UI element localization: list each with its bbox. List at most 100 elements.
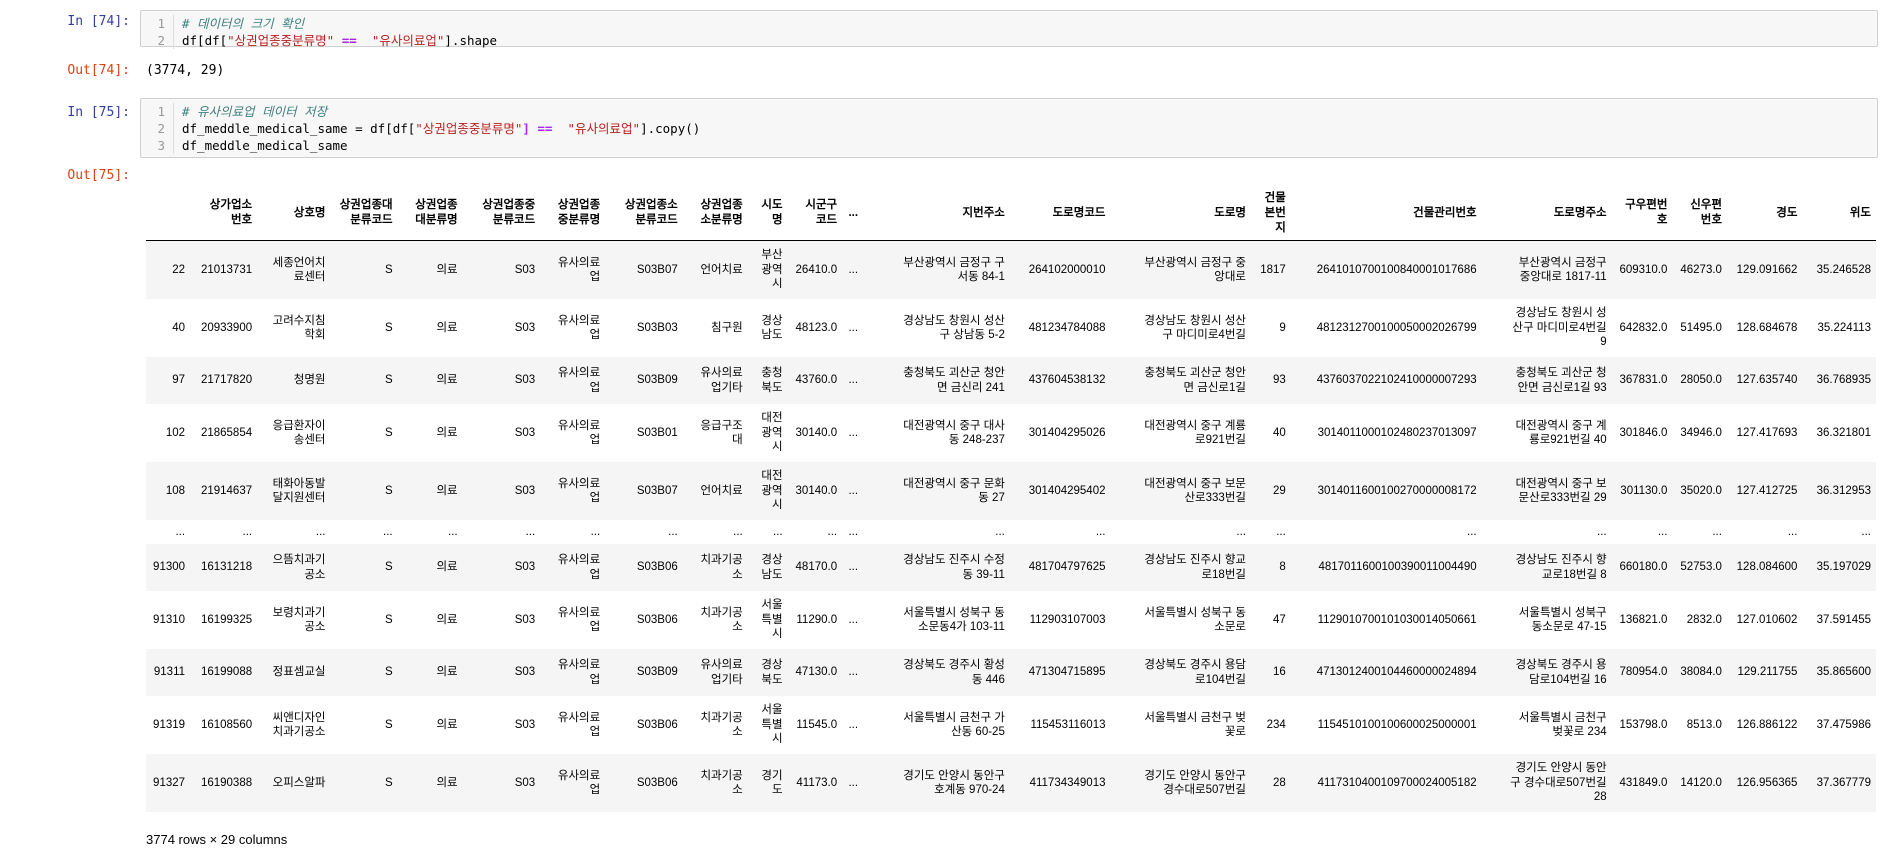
table-cell: S bbox=[384, 776, 393, 789]
table-cell: 경상남도 진주시 수정 동 39-11 bbox=[903, 554, 1005, 581]
table-cell: ... bbox=[848, 484, 859, 497]
table-cell: 8 bbox=[1279, 561, 1286, 574]
code-comment: # 데이터의 크기 확인 bbox=[182, 16, 305, 31]
table-cell: 21914637 bbox=[200, 484, 253, 497]
table-cell: 3014011000102480237013097 bbox=[1317, 426, 1477, 439]
row-index: 97 bbox=[172, 374, 186, 387]
table-row: 22 21013731 세종언어치 료센터 S 의료 S03 유사의료 업 S03B07 언어치료 부… bbox=[146, 240, 1876, 299]
table-row: 91327 16190388 오피스알파 S 의료 S03 유사의료 업 S03B06 치과기공 소… bbox=[146, 754, 1876, 812]
table-cell: S03 bbox=[514, 613, 536, 626]
table-cell: S bbox=[384, 666, 393, 679]
table-cell: 4117310400109700024005182 bbox=[1317, 776, 1477, 789]
index-header bbox=[146, 186, 191, 241]
table-cell: S03B07 bbox=[636, 484, 678, 497]
table-cell: S03 bbox=[514, 718, 536, 731]
table-cell: 47130.0 bbox=[795, 666, 838, 679]
table-cell: 28050.0 bbox=[1680, 374, 1722, 387]
table-cell: 대전광역시 중구 계 룡로921번길 40 bbox=[1515, 419, 1607, 447]
code-cell-75[interactable]: 1 # 유사의료업 데이터 저장 2 df_meddle_medical_sam… bbox=[140, 98, 1878, 158]
table-cell: 4817011600100390011004490 bbox=[1318, 561, 1477, 574]
table-row: 91300 16131218 으뜸치과기 공소 S 의료 S03 유사의료 업 S03B06 치과기… bbox=[146, 544, 1876, 591]
table-cell: ... bbox=[747, 520, 788, 544]
table-cell: 37.367779 bbox=[1816, 776, 1871, 789]
code-string: "상권업종중분류명" bbox=[227, 33, 335, 48]
table-cell: 유사의료 업 bbox=[557, 711, 601, 739]
table-cell: 의료 bbox=[436, 718, 458, 731]
table-cell: S03 bbox=[514, 263, 536, 276]
table-row: 102 21865854 응급환자이 송센터 S 의료 S03 유사의료 업 S03B01 응급구조… bbox=[146, 404, 1876, 462]
table-cell: 35.224113 bbox=[1817, 321, 1871, 334]
table-cell: 127.635740 bbox=[1736, 374, 1798, 387]
ellipsis-row: ........................................… bbox=[146, 520, 1876, 544]
table-cell: 3014011600100270000008172 bbox=[1317, 484, 1477, 497]
code-text: df_meddle_medical_same bbox=[182, 138, 348, 153]
table-cell: 115453116013 bbox=[1030, 718, 1106, 731]
table-cell: ... bbox=[1672, 520, 1727, 544]
table-cell: S03 bbox=[514, 561, 536, 574]
table-cell: 경기도 안양시 동안 구 경수대로507번길 28 bbox=[1510, 762, 1607, 804]
code-text: ].shape bbox=[444, 33, 498, 48]
table-cell: 유사의료 업 bbox=[557, 419, 601, 447]
row-index: 91300 bbox=[153, 561, 186, 574]
table-cell: ... bbox=[190, 520, 258, 544]
code-comment: # 유사의료업 데이터 저장 bbox=[182, 104, 328, 119]
table-header-row: 상가업소 번호 상호명 상권업종대 분류코드 상권업종 대분류명 상권업종중 분류코드 상권업종 중… bbox=[146, 186, 1876, 241]
table-cell: 대전광역시 중구 보 문산로333번길 29 bbox=[1515, 477, 1607, 505]
table-cell: 47 bbox=[1273, 613, 1286, 626]
table-cell: 11290.0 bbox=[796, 613, 838, 626]
table-cell: 301130.0 bbox=[1620, 484, 1668, 497]
table-row: 97 21717820 청명원 S 의료 S03 유사의료 업 S03B09 유사의료 업기타 충청 북… bbox=[146, 357, 1876, 404]
row-index: 102 bbox=[165, 426, 186, 439]
table-cell: S03 bbox=[514, 484, 536, 497]
table-cell: 고려수지침 학회 bbox=[272, 314, 326, 342]
table-cell: S bbox=[384, 561, 393, 574]
table-cell: S03B09 bbox=[636, 666, 678, 679]
table-cell: 93 bbox=[1273, 374, 1286, 387]
table-row: 91311 16199088 정표셈교실 S 의료 S03 유사의료 업 S03B09 유사의료 업… bbox=[146, 649, 1876, 696]
table-row: 91319 16108560 씨앤디자인 치과기공소 S 의료 S03 유사의료 업 S03B06… bbox=[146, 696, 1876, 754]
table-cell: 16108560 bbox=[200, 718, 253, 731]
column-header: 상권업종대 분류코드 bbox=[330, 186, 398, 241]
table-cell: ... bbox=[1250, 520, 1291, 544]
table-cell: 부산광역시 금정구 구 서동 84-1 bbox=[903, 256, 1005, 284]
table-cell: 35020.0 bbox=[1680, 484, 1722, 497]
table-cell: ... bbox=[842, 520, 864, 544]
table-cell: 660180.0 bbox=[1619, 561, 1668, 574]
table-cell: 유사의료 업 bbox=[557, 606, 601, 634]
code-text: ].copy() bbox=[640, 121, 701, 136]
line-number: 2 bbox=[141, 32, 174, 49]
table-cell: 의료 bbox=[436, 484, 458, 497]
table-cell: 30140.0 bbox=[795, 484, 838, 497]
code-cell-74[interactable]: 1 # 데이터의 크기 확인 2 df[df["상권업종중분류명" == "유사… bbox=[140, 10, 1878, 49]
table-cell: 의료 bbox=[436, 374, 458, 387]
table-cell: ... bbox=[1726, 520, 1803, 544]
table-cell: 4812312700100050002026799 bbox=[1316, 321, 1477, 334]
table-cell: 126.956365 bbox=[1736, 776, 1798, 789]
row-index: 91319 bbox=[153, 718, 186, 731]
column-header: 구우편번 호 bbox=[1611, 186, 1673, 241]
line-number: 3 bbox=[141, 137, 174, 154]
table-cell: 대전광역시 중구 문화 동 27 bbox=[903, 477, 1005, 505]
code-string: "유사의료업" bbox=[560, 121, 641, 136]
row-index: 108 bbox=[165, 484, 186, 497]
input-prompt-75: In [75]: bbox=[67, 105, 130, 120]
table-cell: S03B06 bbox=[636, 561, 678, 574]
table-cell: 136821.0 bbox=[1619, 613, 1668, 626]
table-cell: 의료 bbox=[436, 776, 458, 789]
table-cell: 경상남도 진주시 향교 로18번길 bbox=[1144, 554, 1246, 581]
code-line: 2 df_meddle_medical_same = df[df["상권업종중분… bbox=[141, 120, 1877, 137]
table-cell: ... bbox=[605, 520, 683, 544]
table-cell: 21717820 bbox=[200, 374, 253, 387]
line-number: 1 bbox=[141, 103, 174, 120]
table-cell: 청명원 bbox=[293, 374, 326, 387]
table-cell: S03 bbox=[514, 776, 536, 789]
table-cell: 16 bbox=[1273, 666, 1286, 679]
code-line: 1 # 데이터의 크기 확인 bbox=[141, 15, 1877, 32]
table-cell: S bbox=[384, 613, 393, 626]
table-cell: 34946.0 bbox=[1680, 426, 1722, 439]
table-cell: 경상 남도 bbox=[761, 554, 783, 581]
column-header: ... bbox=[842, 186, 864, 241]
table-cell: 의료 bbox=[436, 666, 458, 679]
output-prompt-75: Out[75]: bbox=[67, 168, 130, 183]
table-cell: 129.091662 bbox=[1736, 263, 1798, 276]
